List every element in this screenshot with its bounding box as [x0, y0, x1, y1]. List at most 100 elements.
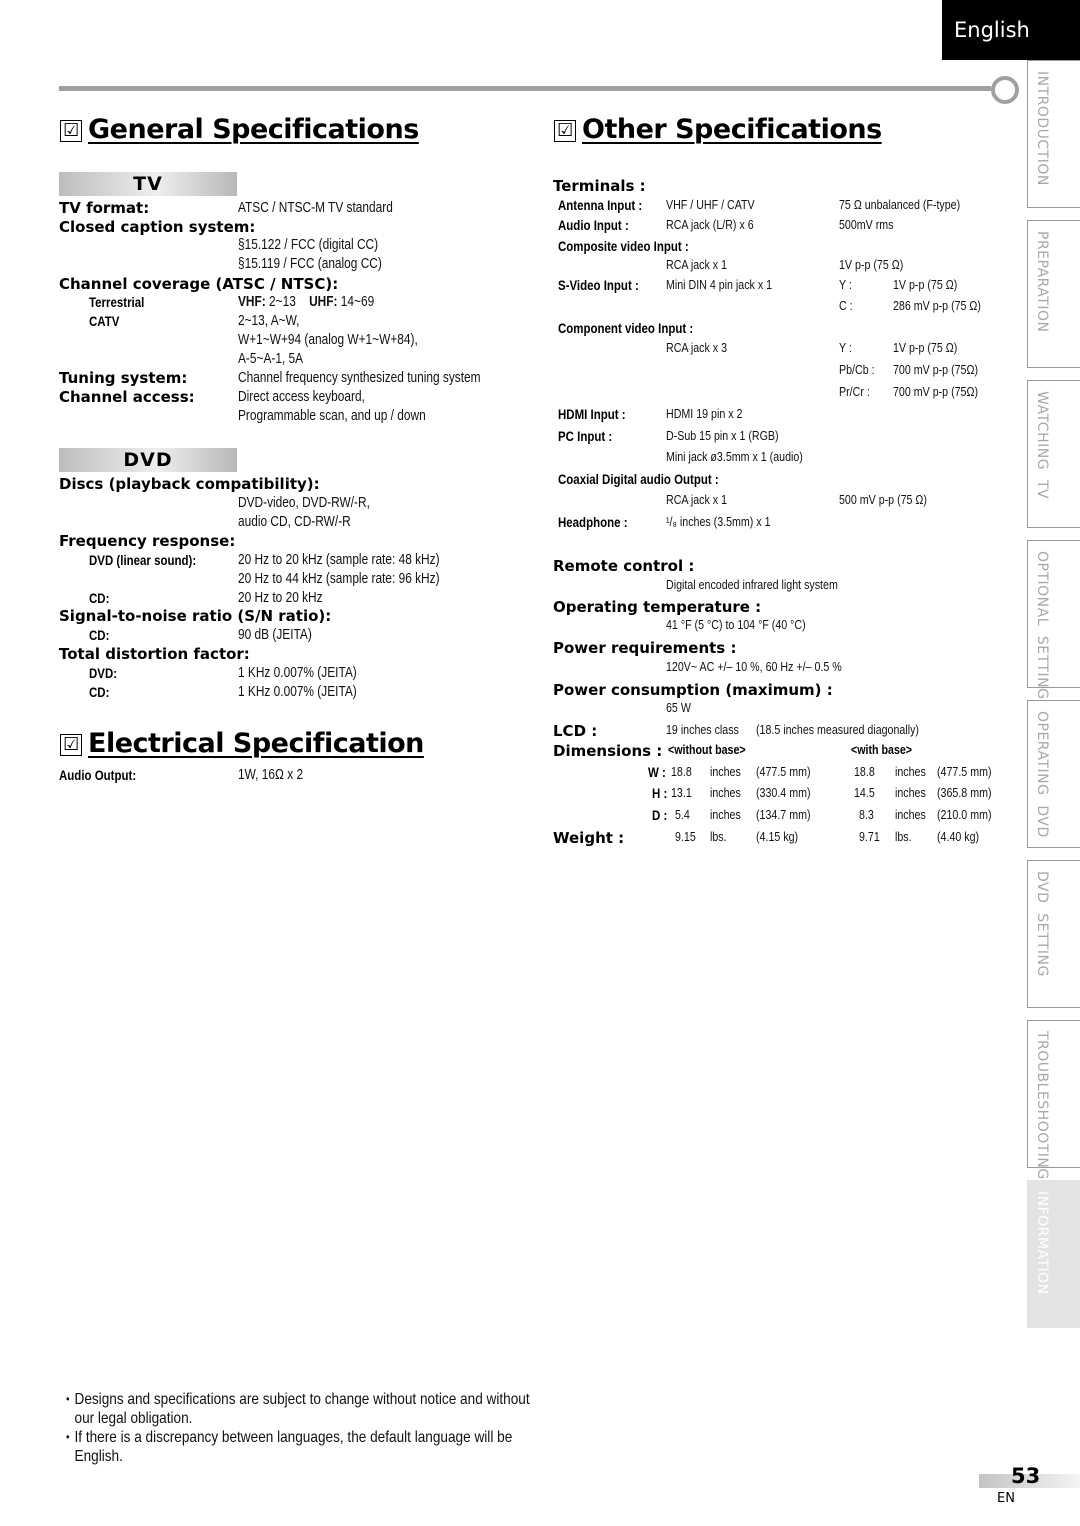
- without-base-label: <without base>: [668, 742, 746, 757]
- footnote: If there is a discrepancy between langua…: [66, 1428, 534, 1466]
- svideo-spec: 286 mV p-p (75 Ω): [893, 298, 981, 313]
- dimensions-label: Dimensions :: [553, 742, 663, 760]
- freq-dvd-value: 20 Hz to 44 kHz (sample rate: 96 kHz): [238, 571, 440, 587]
- composite-input-label: Composite video Input :: [558, 238, 689, 254]
- svideo-channel: C :: [839, 298, 853, 313]
- lcd-note: (18.5 inches measured diagonally): [756, 722, 919, 737]
- snr-label: Signal-to-noise ratio (S/N ratio):: [59, 607, 332, 625]
- side-tab-label: WATCHING TV: [1034, 391, 1050, 500]
- dim-mm: (477.5 mm): [756, 764, 811, 779]
- hdmi-input-value: HDMI 19 pin x 2: [666, 406, 743, 421]
- dim-unit: inches: [710, 764, 741, 779]
- language-tab: English: [942, 0, 1080, 60]
- other-specifications-heading: ☑ Other Specifications: [554, 114, 882, 145]
- coaxial-output-label: Coaxial Digital audio Output :: [558, 471, 719, 487]
- component-channel: Pb/Cb :: [839, 362, 875, 377]
- side-tab-label: PREPARATION: [1034, 231, 1050, 333]
- tv-format-label: TV format:: [59, 199, 150, 217]
- component-channel: Y :: [839, 340, 852, 355]
- audio-input-label: Audio Input :: [558, 217, 629, 233]
- tdf-cd-value: 1 KHz 0.007% (JEITA): [238, 684, 357, 700]
- side-tab-troubleshooting[interactable]: TROUBLESHOOTING: [1027, 1020, 1080, 1180]
- component-channel: Pr/Cr :: [839, 384, 870, 399]
- tuning-system-label: Tuning system:: [59, 369, 188, 387]
- dim-mm: (477.5 mm): [937, 764, 992, 779]
- catv-value: 2~13, A~W,: [238, 313, 300, 329]
- footnotes: Designs and specifications are subject t…: [66, 1390, 536, 1466]
- catv-value: W+1~W+94 (analog W+1~W+84),: [238, 332, 418, 348]
- side-tab-introduction[interactable]: INTRODUCTION: [1027, 60, 1080, 208]
- side-tab-preparation[interactable]: PREPARATION: [1027, 220, 1080, 368]
- weight-kg: (4.40 kg): [937, 829, 980, 844]
- dim-unit: inches: [710, 807, 741, 822]
- rule-end-circle-icon: [991, 76, 1019, 104]
- dim-axis: W :: [648, 764, 666, 780]
- headphone-value: ¹/₈ inches (3.5mm) x 1: [666, 514, 771, 529]
- freq-dvd-value: 20 Hz to 20 kHz (sample rate: 48 kHz): [238, 552, 440, 568]
- component-input-value: RCA jack x 3: [666, 340, 728, 355]
- component-spec: 700 mV p-p (75Ω): [893, 384, 978, 399]
- tdf-dvd-value: 1 KHz 0.007% (JEITA): [238, 665, 357, 681]
- freq-cd-label: CD:: [89, 590, 110, 606]
- terrestrial-value: VHF: 2~13 UHF: 14~69: [238, 294, 375, 310]
- dim-mm: (210.0 mm): [937, 807, 992, 822]
- checkbox-icon: ☑: [60, 120, 82, 142]
- checkbox-icon: ☑: [554, 120, 576, 142]
- dim-mm: (365.8 mm): [937, 785, 992, 800]
- coaxial-output-value: RCA jack x 1: [666, 492, 728, 507]
- tdf-cd-label: CD:: [89, 684, 110, 700]
- frequency-response-label: Frequency response:: [59, 532, 236, 550]
- svideo-spec: 1V p-p (75 Ω): [893, 277, 958, 292]
- freq-cd-value: 20 Hz to 20 kHz: [238, 590, 323, 606]
- channel-access-value: Direct access keyboard,: [238, 389, 365, 405]
- side-tab-label: INTRODUCTION: [1034, 71, 1050, 186]
- discs-value: DVD-video, DVD-RW/-R,: [238, 495, 370, 511]
- tuning-system-value: Channel frequency synthesized tuning sys…: [238, 370, 481, 386]
- side-tab-information[interactable]: INFORMATION: [1027, 1180, 1080, 1328]
- closed-caption-value: §15.122 / FCC (digital CC): [238, 237, 379, 253]
- hdmi-input-label: HDMI Input :: [558, 406, 626, 422]
- antenna-input-spec: 75 Ω unbalanced (F-type): [839, 197, 961, 212]
- with-base-label: <with base>: [851, 742, 913, 757]
- lcd-value: 19 inches class: [666, 722, 739, 737]
- tv-section-band: TV: [59, 172, 237, 196]
- tdf-dvd-label: DVD:: [89, 665, 118, 681]
- closed-caption-value: §15.119 / FCC (analog CC): [238, 256, 382, 272]
- dim-value: 8.3: [859, 807, 874, 822]
- discs-value: audio CD, CD-RW/-R: [238, 514, 351, 530]
- remote-control-label: Remote control :: [553, 557, 695, 575]
- dvd-section-band: DVD: [59, 448, 237, 472]
- power-consumption-label: Power consumption (maximum) :: [553, 681, 833, 699]
- terrestrial-label: Terrestrial: [89, 294, 145, 310]
- operating-temperature-label: Operating temperature :: [553, 598, 762, 616]
- total-distortion-label: Total distortion factor:: [59, 645, 250, 663]
- audio-output-value: 1W, 16Ω x 2: [238, 767, 304, 783]
- side-tab-operating-dvd[interactable]: OPERATING DVD: [1027, 700, 1080, 848]
- dim-mm: (330.4 mm): [756, 785, 811, 800]
- coaxial-output-spec: 500 mV p-p (75 Ω): [839, 492, 927, 507]
- side-tab-watching-tv[interactable]: WATCHING TV: [1027, 380, 1080, 528]
- side-tab-dvd-setting[interactable]: DVD SETTING: [1027, 860, 1080, 1008]
- channel-coverage-label: Channel coverage (ATSC / NTSC):: [59, 275, 339, 293]
- snr-cd-label: CD:: [89, 627, 110, 643]
- dim-unit: inches: [895, 807, 926, 822]
- heading-text: General Specifications: [88, 114, 419, 145]
- closed-caption-label: Closed caption system:: [59, 218, 256, 236]
- catv-value: A-5~A-1, 5A: [238, 351, 304, 367]
- side-tab-label: TROUBLESHOOTING: [1034, 1031, 1050, 1180]
- lcd-label: LCD :: [553, 722, 598, 740]
- freq-dvd-label: DVD (linear sound):: [89, 552, 197, 568]
- heading-text: Electrical Specification: [88, 728, 424, 759]
- dim-unit: inches: [895, 785, 926, 800]
- dim-value: 18.8: [854, 764, 875, 779]
- channel-access-value: Programmable scan, and up / down: [238, 408, 426, 424]
- dim-axis: D :: [652, 807, 668, 823]
- snr-cd-value: 90 dB (JEITA): [238, 627, 312, 643]
- footnote: Designs and specifications are subject t…: [66, 1390, 534, 1428]
- headphone-label: Headphone :: [558, 514, 628, 530]
- side-tab-optional-setting[interactable]: OPTIONAL SETTING: [1027, 540, 1080, 699]
- side-tab-label: OPERATING DVD: [1034, 711, 1050, 838]
- weight-value: 9.15: [675, 829, 696, 844]
- page-number: 53: [1011, 1464, 1041, 1488]
- svideo-input-label: S-Video Input :: [558, 277, 639, 293]
